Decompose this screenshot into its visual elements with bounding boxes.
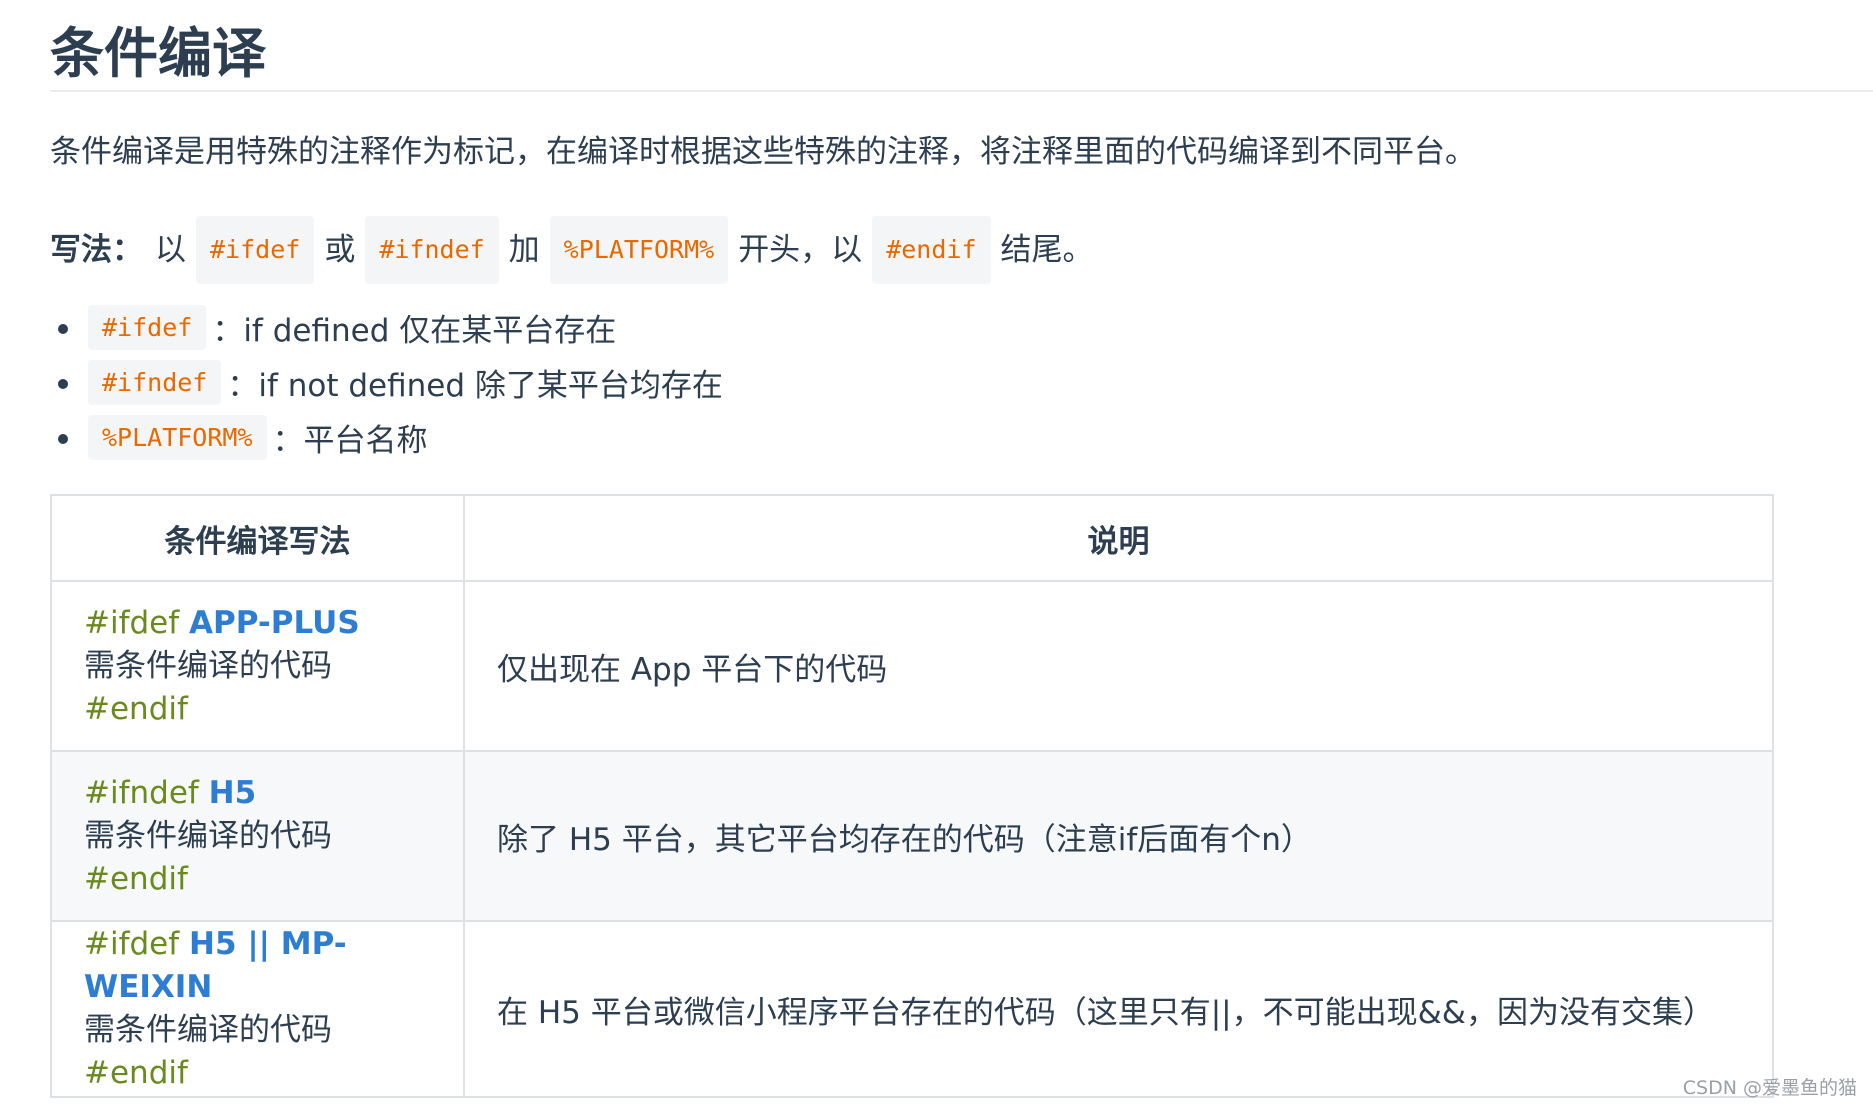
syntax-cell: #ifdef APP-PLUS 需条件编译的代码 #endif: [50, 580, 465, 752]
column-header-syntax: 条件编译写法: [50, 494, 465, 582]
directive-keyword: #ifndef: [84, 774, 199, 811]
list-sep: ：: [212, 313, 244, 349]
usage-text-5: 结尾。: [1000, 232, 1094, 268]
list-code: #ifdef: [88, 305, 207, 350]
list-item: #ifdef ： if defined 仅在某平台存在: [50, 300, 723, 355]
list-code: #ifndef: [88, 360, 222, 405]
page-title: 条件编译: [50, 0, 1873, 92]
document-page: 条件编译 条件编译是用特殊的注释作为标记，在编译时根据这些特殊的注释，将注释里面…: [50, 0, 1873, 1098]
list-text: if not defined 除了某平台均存在: [258, 368, 723, 404]
description-cell: 除了 H5 平台，其它平台均存在的代码（注意if后面有个n）: [463, 750, 1774, 922]
code-ifdef: #ifdef: [196, 216, 315, 284]
endif-keyword: #endif: [84, 690, 188, 727]
code-body: 需条件编译的代码: [84, 817, 332, 854]
directive-keyword: #ifdef: [84, 926, 180, 962]
syntax-cell: #ifndef H5 需条件编译的代码 #endif: [50, 750, 465, 922]
usage-text-2: 或: [324, 232, 356, 268]
endif-keyword: #endif: [84, 1055, 188, 1091]
definition-list: #ifdef ： if defined 仅在某平台存在 #ifndef ： if…: [50, 300, 723, 465]
bullet-icon: [58, 434, 68, 444]
column-header-description: 说明: [463, 494, 1774, 582]
table-row: #ifdef H5 || MP-WEIXIN 需条件编译的代码 #endif 在…: [50, 920, 1774, 1098]
list-text: if defined 仅在某平台存在: [243, 313, 617, 349]
usage-label: 写法：: [50, 232, 143, 268]
list-sep: ：: [227, 368, 259, 404]
usage-text-1: 以: [155, 232, 186, 268]
list-code: %PLATFORM%: [88, 415, 267, 460]
code-endif: #endif: [872, 216, 991, 284]
bullet-icon: [58, 324, 68, 334]
table-row: #ifndef H5 需条件编译的代码 #endif 除了 H5 平台，其它平台…: [50, 750, 1774, 922]
code-ifndef: #ifndef: [365, 216, 499, 284]
watermark: CSDN @爱墨鱼的猫: [1682, 1077, 1857, 1099]
directive-keyword: #ifdef: [84, 604, 180, 641]
code-body: 需条件编译的代码: [84, 647, 332, 684]
list-item: %PLATFORM% ： 平台名称: [50, 410, 723, 465]
table-header-row: 条件编译写法 说明: [50, 494, 1774, 582]
list-item: #ifndef ： if not defined 除了某平台均存在: [50, 355, 723, 410]
intro-paragraph: 条件编译是用特殊的注释作为标记，在编译时根据这些特殊的注释，将注释里面的代码编译…: [50, 134, 1476, 170]
list-text: 平台名称: [303, 423, 428, 459]
description-cell: 在 H5 平台或微信小程序平台存在的代码（这里只有||，不可能出现&&，因为没有…: [463, 920, 1774, 1098]
platform-name: H5: [208, 774, 257, 811]
bullet-icon: [58, 379, 68, 389]
code-platform: %PLATFORM%: [549, 216, 729, 284]
table-row: #ifdef APP-PLUS 需条件编译的代码 #endif 仅出现在 App…: [50, 580, 1774, 752]
usage-text-3: 加: [508, 232, 540, 268]
endif-keyword: #endif: [84, 860, 188, 897]
description-cell: 仅出现在 App 平台下的代码: [463, 580, 1774, 752]
syntax-cell: #ifdef H5 || MP-WEIXIN 需条件编译的代码 #endif: [50, 920, 465, 1098]
conditional-compile-table: 条件编译写法 说明 #ifdef APP-PLUS 需条件编译的代码 #endi…: [50, 494, 1774, 1098]
code-body: 需条件编译的代码: [84, 1012, 332, 1048]
usage-line: 写法： 以 #ifdef 或 #ifndef 加 %PLATFORM% 开头，以…: [50, 216, 1094, 284]
usage-text-4: 开头，以: [738, 232, 863, 268]
platform-name: APP-PLUS: [189, 604, 360, 641]
list-sep: ：: [272, 423, 304, 459]
